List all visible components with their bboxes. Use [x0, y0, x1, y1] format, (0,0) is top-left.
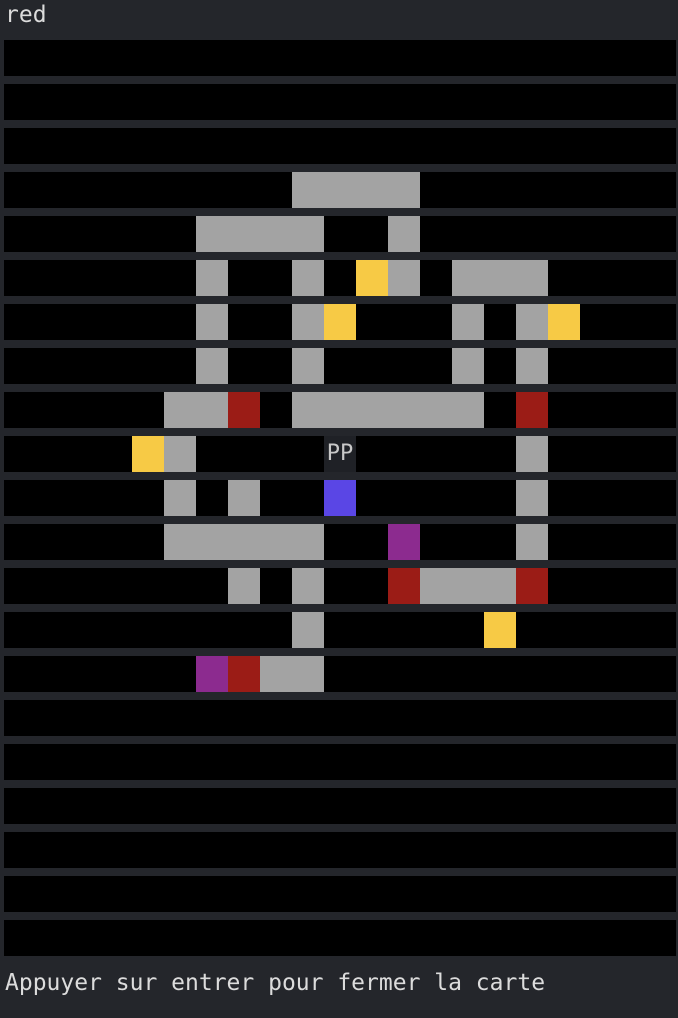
wall-tile — [516, 480, 548, 516]
wall-tile — [196, 304, 228, 340]
map-row — [4, 612, 676, 648]
wall-tile — [260, 656, 324, 692]
door-tile — [388, 568, 420, 604]
wall-tile — [196, 260, 228, 296]
door-tile — [228, 656, 260, 692]
wall-tile — [388, 260, 420, 296]
wall-tile — [292, 260, 324, 296]
map-row — [4, 700, 676, 736]
item-tile — [132, 436, 164, 472]
wall-tile — [292, 612, 324, 648]
wall-tile — [516, 304, 548, 340]
wall-tile — [452, 348, 484, 384]
marker-tile — [388, 524, 420, 560]
close-map-hint: Appuyer sur entrer pour fermer la carte — [5, 970, 546, 996]
wall-tile — [292, 172, 420, 208]
map-row — [4, 304, 676, 340]
map-row: PP — [4, 436, 676, 472]
wall-tile — [516, 436, 548, 472]
item-tile — [484, 612, 516, 648]
map-row — [4, 216, 676, 252]
wall-tile — [452, 260, 548, 296]
map-row — [4, 744, 676, 780]
map-row — [4, 128, 676, 164]
map-row — [4, 524, 676, 560]
wall-tile — [228, 568, 260, 604]
wall-tile — [164, 524, 324, 560]
map-row — [4, 876, 676, 912]
dungeon-map: PP — [0, 0, 678, 1018]
door-tile — [516, 392, 548, 428]
map-row — [4, 480, 676, 516]
item-tile — [548, 304, 580, 340]
wall-tile — [292, 304, 324, 340]
map-row — [4, 656, 676, 692]
wall-tile — [292, 348, 324, 384]
portal-tile — [324, 480, 356, 516]
wall-tile — [388, 216, 420, 252]
player-marker: PP — [324, 436, 356, 472]
wall-tile — [452, 304, 484, 340]
marker-tile — [196, 656, 228, 692]
wall-tile — [292, 392, 484, 428]
map-row — [4, 260, 676, 296]
item-tile — [324, 304, 356, 340]
map-row — [4, 84, 676, 120]
wall-tile — [292, 568, 324, 604]
map-row — [4, 568, 676, 604]
door-tile — [228, 392, 260, 428]
map-row — [4, 788, 676, 824]
wall-tile — [164, 436, 196, 472]
wall-tile — [164, 480, 196, 516]
wall-tile — [196, 216, 324, 252]
map-row — [4, 348, 676, 384]
map-row — [4, 392, 676, 428]
wall-tile — [420, 568, 516, 604]
wall-tile — [164, 392, 228, 428]
map-row — [4, 832, 676, 868]
map-row — [4, 40, 676, 76]
map-row — [4, 920, 676, 956]
wall-tile — [516, 348, 548, 384]
wall-tile — [196, 348, 228, 384]
door-tile — [516, 568, 548, 604]
wall-tile — [516, 524, 548, 560]
map-row — [4, 172, 676, 208]
item-tile — [356, 260, 388, 296]
wall-tile — [228, 480, 260, 516]
